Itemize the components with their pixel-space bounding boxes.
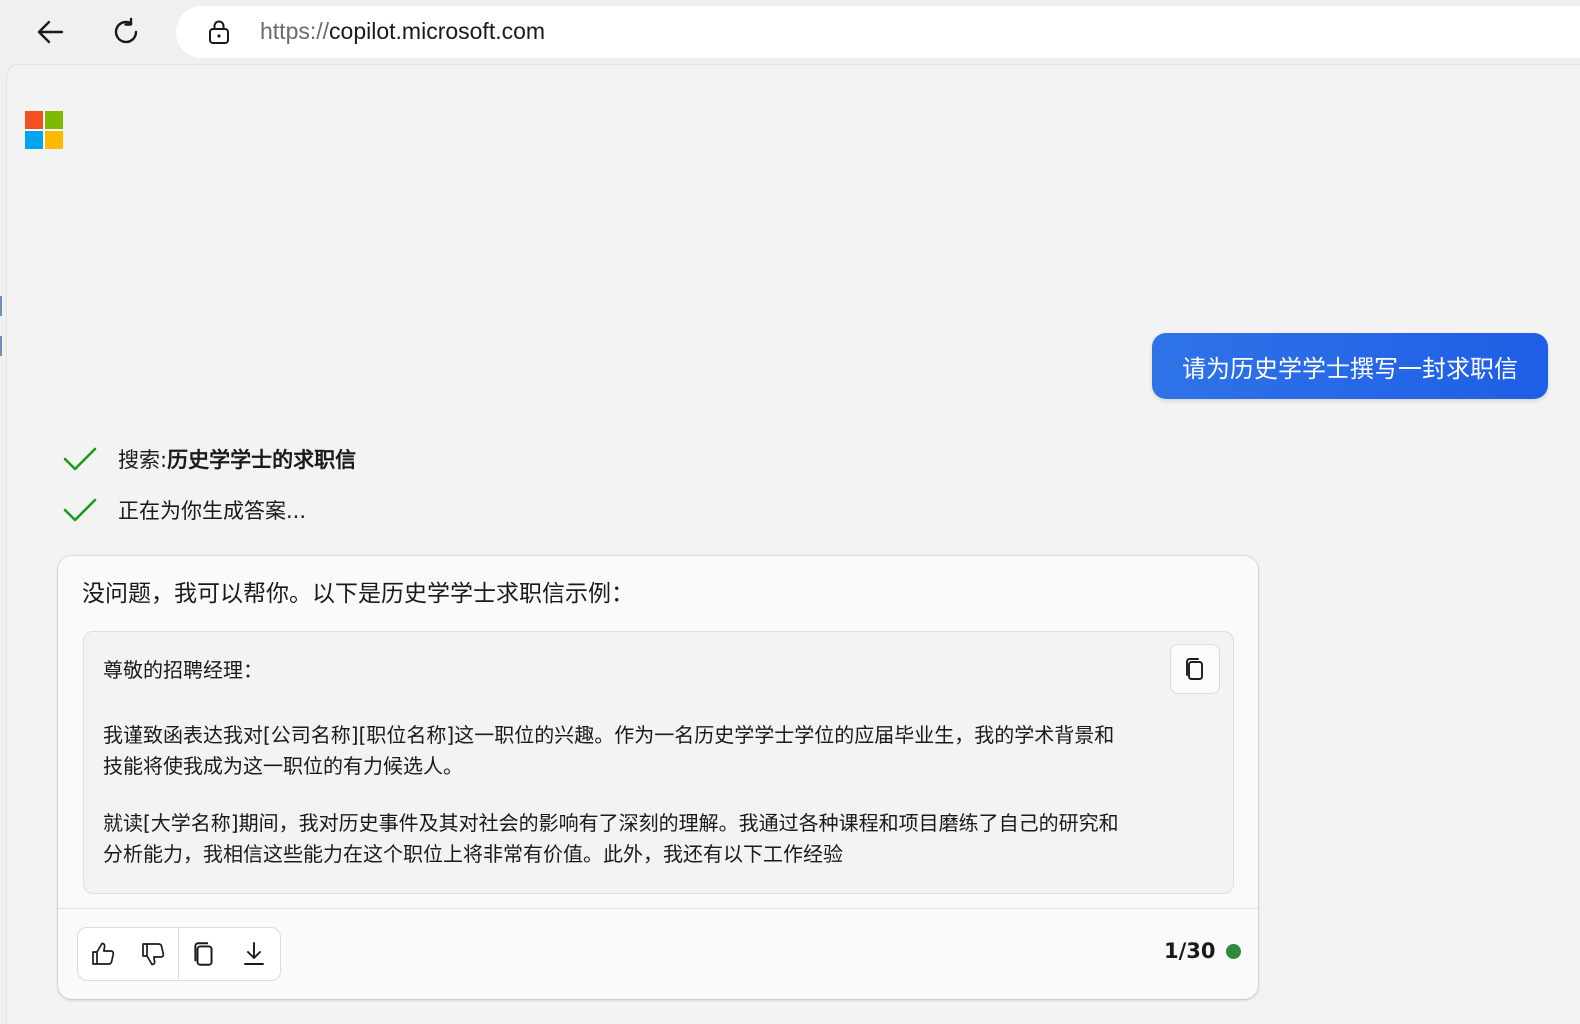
- copy-response-button[interactable]: [179, 928, 229, 980]
- logo-red-square: [25, 111, 43, 129]
- card-divider: [58, 908, 1258, 909]
- logo-blue-square: [25, 131, 43, 149]
- checkmark-icon: [63, 447, 97, 471]
- thumbs-up-icon: [92, 942, 115, 965]
- left-edge-mark: [0, 296, 2, 316]
- answer-intro: 没问题，我可以帮你。以下是历史学学士求职信示例：: [82, 581, 634, 607]
- search-query: 历史学学士的求职信: [167, 448, 357, 472]
- generating-status: 正在为你生成答案...: [62, 492, 306, 528]
- cover-letter-block: 尊敬的招聘经理： 我谨致函表达我对[公司名称][职位名称]这一职位的兴趣。作为一…: [83, 631, 1234, 894]
- response-actions: [77, 927, 281, 981]
- user-message-bubble: 请为历史学学士撰写一封求职信: [1152, 333, 1548, 399]
- answer-card: 没问题，我可以帮你。以下是历史学学士求职信示例： 尊敬的招聘经理： 我谨致函表达…: [58, 556, 1258, 999]
- letter-paragraph-1-line-2: 技能将使我成为这一职位的有力候选人。: [103, 754, 463, 778]
- export-button[interactable]: [229, 928, 279, 980]
- logo-green-square: [45, 111, 63, 129]
- letter-paragraph-1-line-1: 我谨致函表达我对[公司名称][职位名称]这一职位的兴趣。作为一名历史学学士学位的…: [103, 723, 1115, 747]
- copy-icon: [194, 942, 213, 966]
- generating-text: 正在为你生成答案...: [118, 499, 307, 523]
- search-prefix: 搜索:: [118, 448, 168, 472]
- address-bar[interactable]: https://copilot.microsoft.com: [176, 6, 1580, 58]
- url-text[interactable]: https://copilot.microsoft.com: [260, 18, 545, 45]
- user-message-text: 请为历史学学士撰写一封求职信: [1182, 354, 1518, 383]
- arrow-left-icon: [37, 20, 64, 44]
- letter-salutation: 尊敬的招聘经理：: [103, 658, 263, 682]
- browser-toolbar: https://copilot.microsoft.com: [0, 0, 1580, 64]
- copy-icon: [1186, 658, 1203, 680]
- logo-yellow-square: [45, 131, 63, 149]
- dislike-button[interactable]: [128, 928, 178, 980]
- checkmark-icon: [63, 498, 97, 522]
- letter-paragraph-2-line-1: 就读[大学名称]期间，我对历史事件及其对社会的影响有了深刻的理解。我通过各种课程…: [103, 811, 1119, 835]
- left-edge-mark: [0, 336, 2, 356]
- url-protocol: https://: [260, 18, 330, 44]
- microsoft-logo[interactable]: [25, 111, 63, 149]
- url-host: copilot.microsoft.com: [329, 18, 546, 44]
- lock-icon: [209, 20, 229, 44]
- thumbs-down-icon: [142, 943, 165, 966]
- letter-paragraph-2-line-2: 分析能力，我相信这些能力在这个职位上将非常有价值。此外，我还有以下工作经验: [103, 842, 843, 866]
- search-status: 搜索: 历史学学士的求职信: [62, 441, 356, 477]
- reload-icon: [114, 17, 138, 44]
- copilot-page: 请为历史学学士撰写一封求职信 搜索: 历史学学士的求职信 正在为你生成答案...…: [6, 64, 1580, 1024]
- reload-button[interactable]: [104, 10, 148, 54]
- counter-text: 1/30: [1164, 939, 1216, 963]
- back-button[interactable]: [28, 10, 72, 54]
- copy-letter-button[interactable]: [1170, 644, 1220, 694]
- like-button[interactable]: [78, 928, 128, 980]
- response-counter: 1/30: [1164, 939, 1241, 963]
- status-dot: [1225, 943, 1241, 959]
- download-icon: [244, 942, 264, 965]
